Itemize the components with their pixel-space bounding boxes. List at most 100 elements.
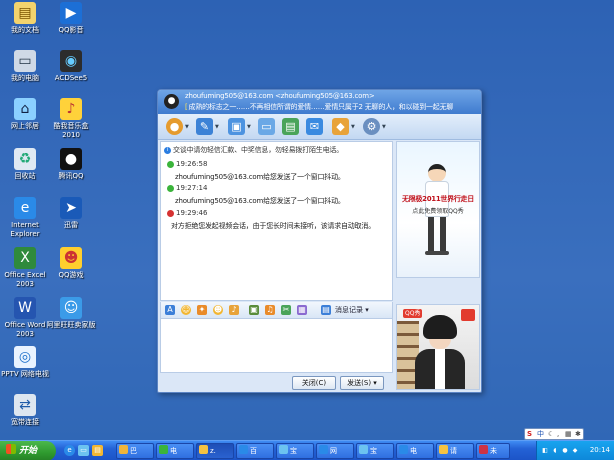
task-app-icon (319, 445, 328, 454)
qq-show-ad-panel[interactable]: 无限极2011世界行走日 点此免费领取QQ秀 (396, 141, 480, 278)
settings-gear-icon[interactable]: ⚙ (363, 118, 380, 135)
desktop-icon-qq[interactable]: ● 腾讯QQ (46, 148, 96, 181)
acdsee-icon: ◉ (60, 50, 82, 72)
volume-icon[interactable]: ◖ (551, 446, 559, 455)
desktop-icon-acdsee[interactable]: ◉ ACDSee5 (46, 50, 96, 83)
voice-message-icon[interactable]: ♪ (229, 305, 239, 315)
tools-icon[interactable]: ✱ (575, 429, 581, 439)
broadband-icon: ⇄ (14, 394, 36, 416)
desktop-icon-thunder[interactable]: ➤ 迅雷 (46, 197, 96, 230)
qq-video-icon: ▶ (60, 2, 82, 24)
task-app-icon (479, 445, 488, 454)
qq-show-avatar-shirt (435, 349, 445, 390)
desktop-icon-aliwangwang[interactable]: ☺ 阿里旺旺卖家版 (46, 297, 96, 330)
qq-penguin-icon: ● (60, 148, 82, 170)
task-button[interactable]: 请 (436, 443, 474, 459)
screenshot-icon[interactable]: ✂ (281, 305, 291, 315)
send-button[interactable]: 发送(S) ▾ (340, 376, 384, 390)
desktop-icon-broadband[interactable]: ⇄ 宽带连接 (0, 394, 50, 427)
task-button[interactable]: 巴 (116, 443, 154, 459)
desktop-icon-word[interactable]: W Office Word 2003 (0, 297, 50, 339)
close-button[interactable]: 关闭(C) (292, 376, 336, 390)
task-app-icon (119, 445, 128, 454)
chevron-down-icon[interactable]: ▼ (247, 124, 251, 130)
security-notice: i交谈中请勿轻信汇款、中奖信息，勿轻易拨打陌生电话。 (164, 145, 343, 155)
thunder-icon: ➤ (60, 197, 82, 219)
desktop-icon-kuwo[interactable]: ♪ 酷我音乐盒2010 (46, 98, 96, 140)
task-button[interactable]: 电 (396, 443, 434, 459)
task-button[interactable]: 宝 (276, 443, 314, 459)
emoji-icon[interactable]: ☺ (181, 305, 191, 315)
chat-toolbar: ● ▼ ✎ ▼ ▣ ▼ ▭ ▤ ✉ ◆ ▼ ⚙ ▼ (158, 114, 481, 140)
task-button-active[interactable]: z. (196, 443, 234, 459)
info-icon: i (164, 147, 171, 154)
message-record-button[interactable]: 消息记录 ▾ (335, 305, 369, 315)
qq-tray-icon[interactable]: ● (561, 446, 569, 455)
chevron-down-icon[interactable]: ▼ (351, 124, 355, 130)
task-button[interactable]: 电 (156, 443, 194, 459)
network-icon: ⌂ (14, 98, 36, 120)
status-red-icon (167, 210, 174, 217)
desktop-icon-ie[interactable]: e Internet Explorer (0, 197, 50, 239)
punctuation-icon[interactable]: , (557, 429, 559, 439)
voice-call-icon[interactable]: ✎ (196, 118, 213, 135)
task-button[interactable]: 未 (476, 443, 510, 459)
apps-icon[interactable]: ✉ (306, 118, 323, 135)
keyboard-icon[interactable]: ▦ (565, 429, 572, 439)
quicklaunch-desktop-icon[interactable]: ▭ (78, 445, 89, 456)
more-tools-icon[interactable]: ▦ (297, 305, 307, 315)
video-call-icon[interactable]: ● (166, 118, 183, 135)
message-text: zhoufuming505@163.com给您发送了一个窗口抖动。 (175, 172, 345, 182)
chat-window: ● zhoufuming505@163.com <zhoufuming505@1… (157, 89, 482, 393)
create-group-icon[interactable]: ▤ (282, 118, 299, 135)
send-file-icon[interactable]: ▣ (228, 118, 245, 135)
status-green-icon (167, 161, 174, 168)
desktop-icon-qq-game[interactable]: ☻ QQ游戏 (46, 247, 96, 280)
desktop-icon-my-computer[interactable]: ▭ 我的电脑 (0, 50, 50, 83)
desktop-icon-excel[interactable]: X Office Excel 2003 (0, 247, 50, 289)
windows-flag-icon (6, 444, 16, 454)
magic-emoji-icon[interactable]: ✦ (197, 305, 207, 315)
task-button[interactable]: 网 (316, 443, 354, 459)
remote-assist-icon[interactable]: ▭ (258, 118, 275, 135)
music-icon[interactable]: ♫ (265, 305, 275, 315)
games-icon[interactable]: ◆ (332, 118, 349, 135)
start-button[interactable]: 开始 (0, 441, 56, 460)
ime-toolbar[interactable]: S 中 ☾ , ▦ ✱ (524, 428, 584, 440)
clock[interactable]: 20:14 (590, 446, 610, 454)
ad-subtitle[interactable]: 点此免费领取QQ秀 (397, 206, 479, 215)
contact-qq-show-panel[interactable]: QQ秀 (396, 304, 480, 390)
font-icon[interactable]: A (165, 305, 175, 315)
network-tray-icon[interactable]: ◧ (541, 446, 549, 455)
chat-history[interactable]: i交谈中请勿轻信汇款、中奖信息，勿轻易拨打陌生电话。 19:26:58 zhou… (160, 141, 393, 301)
message-time: 19:29:46 (167, 209, 207, 217)
message-input[interactable] (160, 319, 393, 373)
task-button[interactable]: 百 (236, 443, 274, 459)
taskbar: 开始 e ▭ ▤ 巴 电 z. 百 宝 网 宝 电 请 未 ◧ ◖ ● ◆ 20… (0, 440, 614, 460)
qq-show-figure-head (428, 164, 446, 182)
chevron-down-icon[interactable]: ▼ (185, 124, 189, 130)
desktop-icon-pptv[interactable]: ◎ PPTV 网络电视 (0, 346, 50, 379)
desktop-icon-recycle-bin[interactable]: ♻ 回收站 (0, 148, 50, 181)
moon-icon[interactable]: ☾ (548, 429, 554, 439)
chat-window-titlebar[interactable]: ● zhoufuming505@163.com <zhoufuming505@1… (158, 90, 481, 114)
quicklaunch-folder-icon[interactable]: ▤ (92, 445, 103, 456)
chevron-down-icon[interactable]: ▼ (215, 124, 219, 130)
security-tray-icon[interactable]: ◆ (571, 446, 579, 455)
send-picture-icon[interactable]: ▣ (249, 305, 259, 315)
ime-language[interactable]: 中 (537, 429, 544, 439)
message-record-icon[interactable]: ▤ (321, 305, 331, 315)
shake-icon[interactable]: ☻ (213, 305, 223, 315)
chevron-down-icon[interactable]: ▼ (382, 124, 386, 130)
task-app-icon (239, 445, 248, 454)
desktop-icon-qq-video[interactable]: ▶ QQ影音 (46, 2, 96, 35)
ad-title[interactable]: 无限极2011世界行走日 (397, 194, 479, 204)
qq-show-badge[interactable]: QQ秀 (403, 309, 422, 318)
quicklaunch-ie-icon[interactable]: e (64, 445, 75, 456)
red-book-icon (461, 309, 475, 321)
desktop-icon-my-documents[interactable]: ▤ 我的文档 (0, 2, 50, 35)
task-button[interactable]: 宝 (356, 443, 394, 459)
contact-avatar-icon[interactable]: ● (164, 94, 179, 109)
aliwangwang-icon: ☺ (60, 297, 82, 319)
desktop-icon-network[interactable]: ⌂ 网上邻居 (0, 98, 50, 131)
